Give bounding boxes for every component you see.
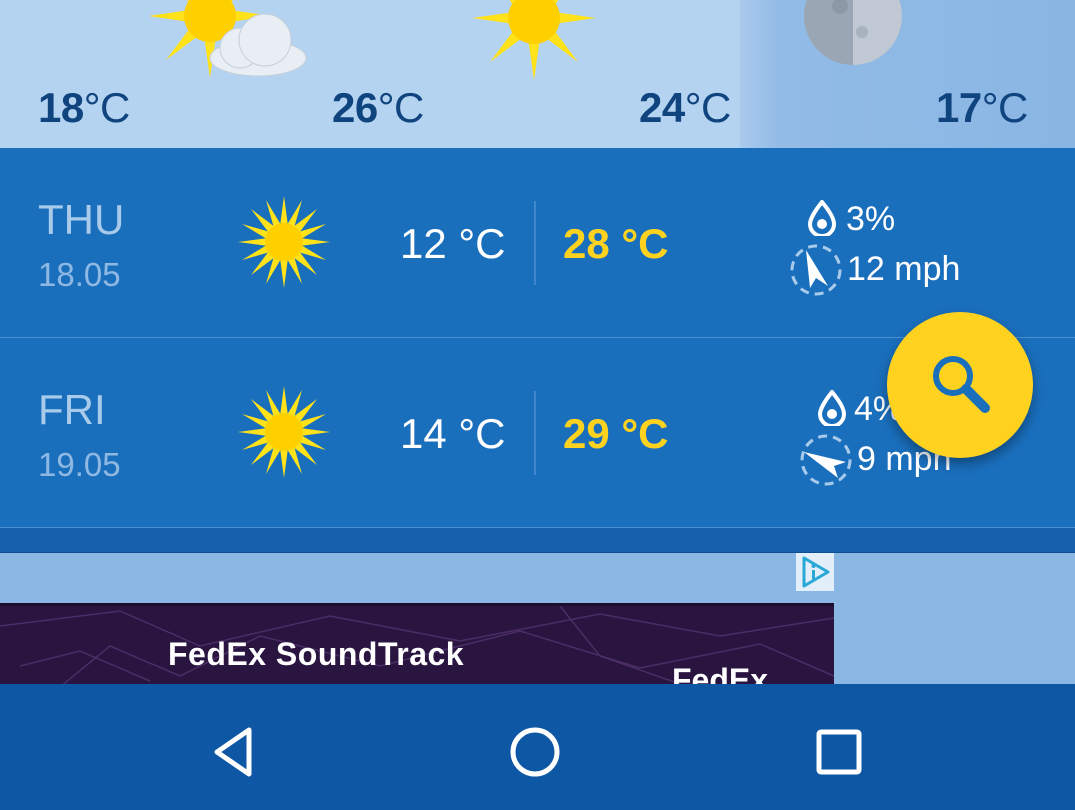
day-date: 18.05 <box>38 256 121 293</box>
sun-icon <box>238 196 330 288</box>
ad-area[interactable]: FedEx SoundTrack FedEx <box>0 553 1075 687</box>
ad-title: FedEx SoundTrack <box>168 636 465 672</box>
partly-cloudy-icon <box>150 0 307 78</box>
day-name: FRI <box>38 386 106 433</box>
list-bottom-band <box>0 528 1075 555</box>
sun-icon <box>472 0 596 80</box>
min-temp: 14 °C <box>400 410 506 457</box>
recents-icon <box>816 729 862 775</box>
system-navigation-bar <box>0 684 1075 810</box>
precipitation-icon <box>808 200 836 236</box>
home-button[interactable] <box>505 722 565 782</box>
hour-temp-1: 18°C <box>38 84 130 131</box>
wind-direction-icon <box>790 244 842 296</box>
search-icon <box>933 356 990 413</box>
max-temp: 29 °C <box>563 410 669 457</box>
recents-button[interactable] <box>809 722 869 782</box>
hour-temp-3: 24°C <box>639 84 731 131</box>
wind-direction-icon <box>800 434 852 486</box>
max-temp: 28 °C <box>563 220 669 267</box>
sun-icon <box>238 386 330 478</box>
min-temp: 12 °C <box>400 220 506 267</box>
adchoices-button[interactable] <box>796 553 834 591</box>
hour-temp-2: 26°C <box>332 84 424 131</box>
hour-temp-4: 17°C <box>936 84 1028 131</box>
back-icon <box>214 727 252 777</box>
temp-divider <box>534 201 536 285</box>
home-icon <box>510 727 560 777</box>
precipitation-icon <box>818 390 846 426</box>
temp-divider <box>534 391 536 475</box>
precipitation-value: 3% <box>846 200 896 238</box>
wind-speed-value: 12 mph <box>847 250 961 288</box>
moon-icon <box>804 0 902 65</box>
hourly-forecast-strip[interactable]: 18°C 26°C 24°C 17°C <box>0 0 1075 148</box>
ad-banner[interactable]: FedEx SoundTrack FedEx <box>0 603 834 687</box>
daily-row-thu[interactable]: THU 18.05 12 °C 28 °C 3% 12 mph <box>0 148 1075 338</box>
day-date: 19.05 <box>38 446 121 483</box>
search-fab-button[interactable] <box>887 312 1033 458</box>
adchoices-icon <box>802 556 830 588</box>
back-button[interactable] <box>205 722 265 782</box>
day-name: THU <box>38 196 125 243</box>
